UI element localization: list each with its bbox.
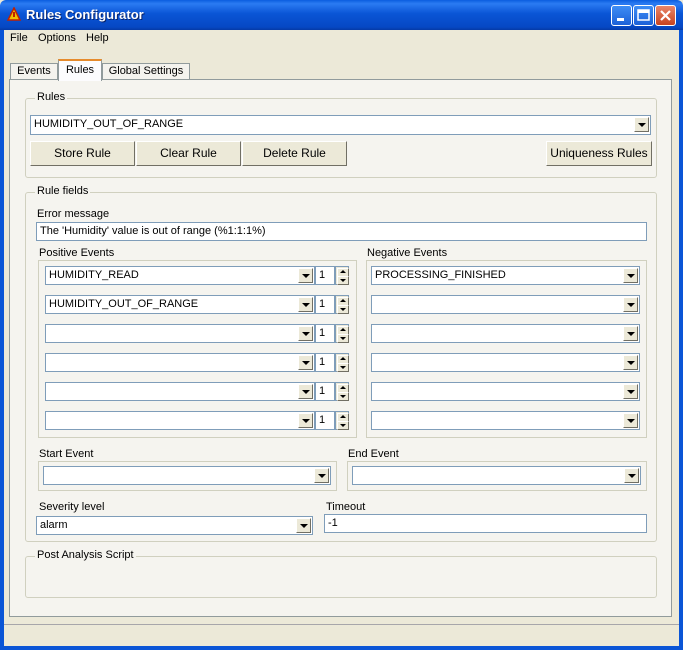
chevron-down-icon[interactable] bbox=[298, 413, 313, 428]
spin-down-icon[interactable] bbox=[337, 334, 349, 343]
timeout-value: -1 bbox=[328, 517, 338, 529]
positive-event-count-value: 1 bbox=[319, 269, 326, 281]
spin-down-icon[interactable] bbox=[337, 276, 349, 285]
tab-rules[interactable]: Rules bbox=[58, 59, 102, 81]
store-rule-button[interactable]: Store Rule bbox=[30, 141, 135, 166]
post-analysis-script-label: Post Analysis Script bbox=[35, 549, 136, 561]
rules-group-label: Rules bbox=[35, 91, 68, 103]
negative-event-select[interactable] bbox=[371, 411, 640, 430]
tab-global-settings[interactable]: Global Settings bbox=[102, 63, 190, 80]
chevron-down-icon[interactable] bbox=[298, 326, 313, 341]
start-event-select[interactable] bbox=[43, 466, 331, 485]
positive-event-count-input[interactable]: 1 bbox=[315, 411, 335, 430]
close-button[interactable] bbox=[655, 5, 676, 26]
positive-event-select[interactable]: HUMIDITY_READ bbox=[45, 266, 315, 285]
positive-events-label: Positive Events bbox=[39, 247, 115, 259]
positive-event-count-stepper[interactable] bbox=[335, 266, 349, 285]
error-message-input[interactable]: The 'Humidity' value is out of range (%1… bbox=[36, 222, 647, 241]
end-event-label: End Event bbox=[348, 448, 399, 460]
positive-event-select[interactable]: HUMIDITY_OUT_OF_RANGE bbox=[45, 295, 315, 314]
clear-rule-button[interactable]: Clear Rule bbox=[136, 141, 241, 166]
chevron-down-icon[interactable] bbox=[298, 355, 313, 370]
window-title: Rules Configurator bbox=[26, 7, 144, 22]
rule-select-value: HUMIDITY_OUT_OF_RANGE bbox=[34, 118, 184, 130]
negative-event-select[interactable]: PROCESSING_FINISHED bbox=[371, 266, 640, 285]
positive-event-count-stepper[interactable] bbox=[335, 353, 349, 372]
positive-event-select[interactable] bbox=[45, 382, 315, 401]
severity-level-value: alarm bbox=[40, 519, 68, 531]
severity-level-label: Severity level bbox=[39, 501, 105, 513]
rule-fields-group-label: Rule fields bbox=[35, 185, 91, 197]
chevron-down-icon[interactable] bbox=[623, 413, 638, 428]
negative-event-select[interactable] bbox=[371, 353, 640, 372]
chevron-down-icon[interactable] bbox=[623, 355, 638, 370]
positive-event-count-stepper[interactable] bbox=[335, 382, 349, 401]
spin-down-icon[interactable] bbox=[337, 305, 349, 314]
spin-down-icon[interactable] bbox=[337, 392, 349, 401]
maximize-button[interactable] bbox=[633, 5, 654, 26]
chevron-down-icon[interactable] bbox=[634, 117, 649, 132]
positive-event-count-value: 1 bbox=[319, 414, 326, 426]
window-frame-right bbox=[679, 30, 683, 650]
negative-event-value: PROCESSING_FINISHED bbox=[375, 269, 506, 281]
spin-down-icon[interactable] bbox=[337, 421, 349, 430]
timeout-input[interactable]: -1 bbox=[324, 514, 647, 533]
timeout-label: Timeout bbox=[326, 501, 366, 513]
close-icon bbox=[660, 10, 671, 21]
delete-rule-button[interactable]: Delete Rule bbox=[242, 141, 347, 166]
status-bar bbox=[4, 624, 679, 646]
positive-event-count-stepper[interactable] bbox=[335, 411, 349, 430]
positive-event-select[interactable] bbox=[45, 411, 315, 430]
negative-event-select[interactable] bbox=[371, 324, 640, 343]
positive-event-count-input[interactable]: 1 bbox=[315, 266, 335, 285]
tab-events[interactable]: Events bbox=[10, 63, 58, 80]
chevron-down-icon[interactable] bbox=[623, 384, 638, 399]
negative-events-label: Negative Events bbox=[367, 247, 448, 259]
positive-event-value: HUMIDITY_READ bbox=[49, 269, 139, 281]
positive-event-count-input[interactable]: 1 bbox=[315, 382, 335, 401]
minimize-button[interactable] bbox=[611, 5, 632, 26]
end-event-select[interactable] bbox=[352, 466, 641, 485]
positive-event-count-value: 1 bbox=[319, 327, 326, 339]
positive-event-count-input[interactable]: 1 bbox=[315, 324, 335, 343]
app-icon bbox=[7, 7, 21, 21]
chevron-down-icon[interactable] bbox=[298, 297, 313, 312]
minimize-icon bbox=[617, 18, 624, 21]
spin-down-icon[interactable] bbox=[337, 363, 349, 372]
chevron-down-icon[interactable] bbox=[623, 326, 638, 341]
positive-event-select[interactable] bbox=[45, 353, 315, 372]
chevron-down-icon[interactable] bbox=[623, 268, 638, 283]
window-frame-left bbox=[0, 30, 4, 650]
positive-event-count-stepper[interactable] bbox=[335, 295, 349, 314]
chevron-down-icon[interactable] bbox=[296, 518, 311, 533]
positive-event-count-value: 1 bbox=[319, 356, 326, 368]
rule-select[interactable]: HUMIDITY_OUT_OF_RANGE bbox=[30, 115, 651, 135]
negative-event-select[interactable] bbox=[371, 382, 640, 401]
menu-help[interactable]: Help bbox=[84, 32, 111, 48]
positive-event-select[interactable] bbox=[45, 324, 315, 343]
chevron-down-icon[interactable] bbox=[298, 384, 313, 399]
rules-group bbox=[25, 98, 657, 178]
chevron-down-icon[interactable] bbox=[624, 468, 639, 483]
post-analysis-script-group bbox=[25, 556, 657, 598]
start-event-label: Start Event bbox=[39, 448, 94, 460]
menu-options[interactable]: Options bbox=[36, 32, 78, 48]
positive-event-count-value: 1 bbox=[319, 385, 326, 397]
positive-event-value: HUMIDITY_OUT_OF_RANGE bbox=[49, 298, 199, 310]
window-frame-bottom bbox=[0, 646, 683, 650]
menu-file[interactable]: File bbox=[8, 32, 30, 48]
positive-event-count-value: 1 bbox=[319, 298, 326, 310]
positive-event-count-input[interactable]: 1 bbox=[315, 295, 335, 314]
uniqueness-rules-button[interactable]: Uniqueness Rules bbox=[546, 141, 652, 166]
error-message-label: Error message bbox=[37, 208, 110, 220]
positive-event-count-input[interactable]: 1 bbox=[315, 353, 335, 372]
chevron-down-icon[interactable] bbox=[623, 297, 638, 312]
maximize-icon bbox=[637, 9, 650, 21]
positive-event-count-stepper[interactable] bbox=[335, 324, 349, 343]
error-message-value: The 'Humidity' value is out of range (%1… bbox=[40, 225, 266, 237]
negative-event-select[interactable] bbox=[371, 295, 640, 314]
severity-level-select[interactable]: alarm bbox=[36, 516, 313, 535]
chevron-down-icon[interactable] bbox=[298, 268, 313, 283]
chevron-down-icon[interactable] bbox=[314, 468, 329, 483]
